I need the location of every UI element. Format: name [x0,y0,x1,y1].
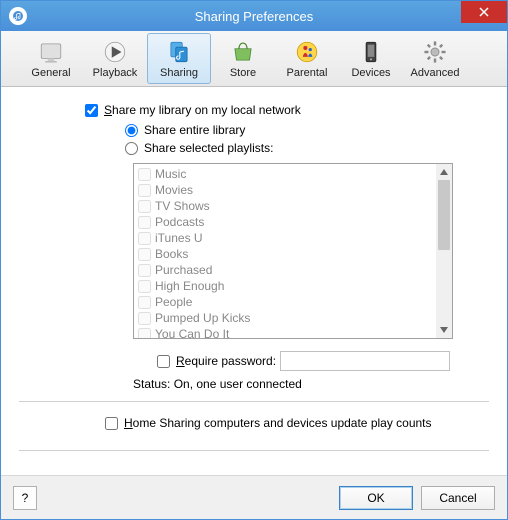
tab-label: Sharing [160,67,198,79]
tab-label: Playback [93,67,138,79]
playlist-checkbox[interactable] [138,200,151,213]
separator [19,450,489,451]
playlist-item: Purchased [138,262,432,278]
playlist-name: Music [155,167,186,181]
help-icon: ? [22,491,29,505]
playlist-item: Movies [138,182,432,198]
ok-button[interactable]: OK [339,486,413,510]
share-library-checkbox[interactable] [85,104,98,117]
playback-icon [101,38,129,66]
playlist-checkbox[interactable] [138,168,151,181]
scroll-thumb[interactable] [438,180,450,250]
playlist-item: Music [138,166,432,182]
tab-sharing[interactable]: Sharing [147,33,211,84]
tab-playback[interactable]: Playback [83,33,147,84]
tab-label: Parental [287,67,328,79]
preferences-window: Sharing Preferences General Playback Sha… [0,0,508,520]
playlist-name: Podcasts [155,215,204,229]
tab-label: General [31,67,70,79]
share-library-label: Share my library on my local network [104,103,301,117]
content-area: Share my library on my local network Sha… [1,87,507,475]
require-password-label: Require password: [176,354,276,368]
playlist-name: High Enough [155,279,224,293]
playlist-checkbox[interactable] [138,232,151,245]
tab-general[interactable]: General [19,33,83,84]
playlist-item: You Can Do It [138,326,432,338]
footer: ? OK Cancel [1,475,507,519]
preferences-toolbar: General Playback Sharing Store Parental … [1,31,507,87]
tab-advanced[interactable]: Advanced [403,33,467,84]
sharing-icon [165,38,193,66]
tab-parental[interactable]: Parental [275,33,339,84]
status-label: Status: [133,377,170,391]
tab-label: Store [230,67,256,79]
playlist-item: iTunes U [138,230,432,246]
playlist-item: TV Shows [138,198,432,214]
tab-label: Advanced [411,67,460,79]
share-selected-label: Share selected playlists: [144,141,273,155]
window-title: Sharing Preferences [195,9,314,24]
playlist-name: Pumped Up Kicks [155,311,250,325]
playlist-checkbox[interactable] [138,248,151,261]
close-button[interactable] [461,1,507,23]
devices-icon [357,38,385,66]
playlist-listbox[interactable]: Music Movies TV Shows Podcasts iTunes U Books… [133,163,453,339]
scroll-down-button[interactable] [436,322,452,338]
cancel-button[interactable]: Cancel [421,486,495,510]
playlist-item: High Enough [138,278,432,294]
share-selected-radio[interactable] [125,142,138,155]
playlist-name: TV Shows [155,199,210,213]
playlist-item: Pumped Up Kicks [138,310,432,326]
playlist-name: You Can Do It [155,327,229,338]
gear-icon [421,38,449,66]
playlist-name: iTunes U [155,231,203,245]
playlist-item: Books [138,246,432,262]
ok-label: OK [367,491,384,505]
playlist-name: Movies [155,183,193,197]
share-entire-label: Share entire library [144,123,245,137]
home-sharing-checkbox[interactable] [105,417,118,430]
playlist-item: Podcasts [138,214,432,230]
cancel-label: Cancel [439,491,476,505]
store-icon [229,38,257,66]
help-button[interactable]: ? [13,486,37,510]
playlist-name: Books [155,247,188,261]
require-password-checkbox[interactable] [157,355,170,368]
close-icon [479,7,489,17]
password-field[interactable] [280,351,450,371]
playlist-checkbox[interactable] [138,184,151,197]
playlist-checkbox[interactable] [138,296,151,309]
playlist-checkbox[interactable] [138,280,151,293]
scroll-up-button[interactable] [436,164,452,180]
share-entire-radio[interactable] [125,124,138,137]
home-sharing-label: Home Sharing computers and devices updat… [124,416,432,430]
parental-icon [293,38,321,66]
titlebar: Sharing Preferences [1,1,507,31]
playlist-name: Purchased [155,263,212,277]
playlist-checkbox[interactable] [138,312,151,325]
separator [19,401,489,402]
playlist-checkbox[interactable] [138,264,151,277]
playlist-checkbox[interactable] [138,216,151,229]
playlist-checkbox[interactable] [138,328,151,339]
playlist-name: People [155,295,192,309]
tab-devices[interactable]: Devices [339,33,403,84]
playlist-item: People [138,294,432,310]
scrollbar [436,164,452,338]
general-icon [37,38,65,66]
tab-store[interactable]: Store [211,33,275,84]
tab-label: Devices [351,67,390,79]
app-icon [9,7,27,25]
status-value: On, one user connected [174,377,302,391]
